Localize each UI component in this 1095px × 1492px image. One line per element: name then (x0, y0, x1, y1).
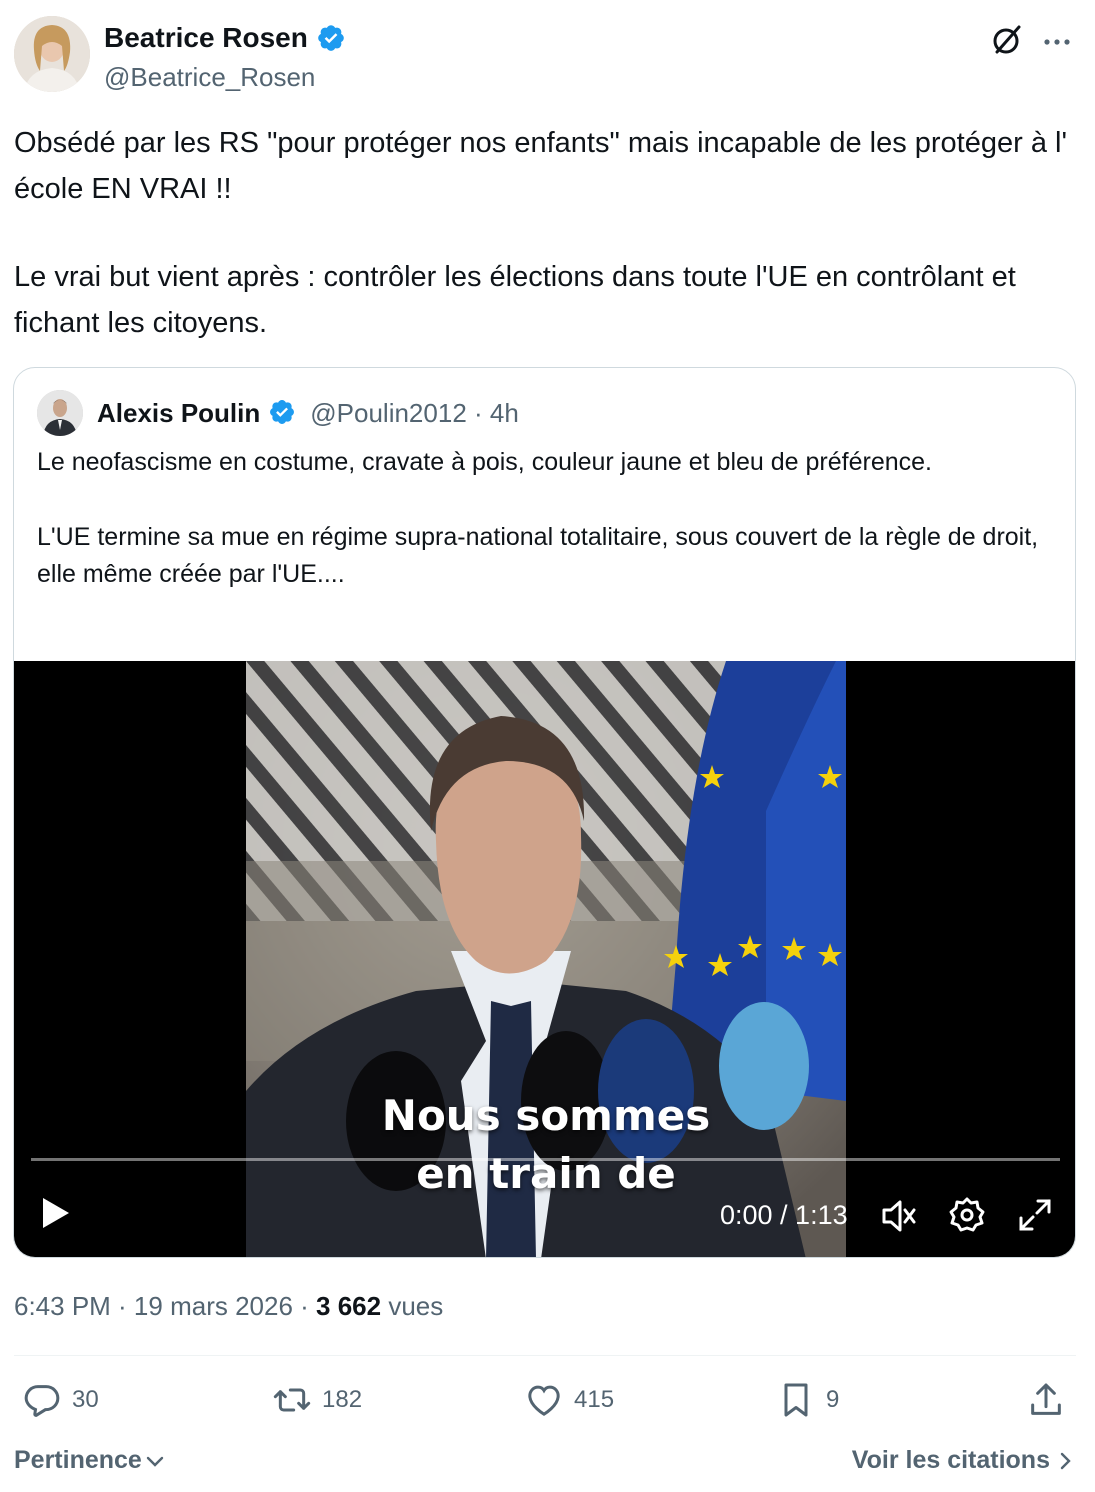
volume-icon[interactable] (880, 1198, 920, 1234)
play-icon[interactable] (40, 1195, 72, 1231)
author-name[interactable]: Beatrice Rosen (104, 22, 308, 54)
grok-icon[interactable] (989, 22, 1025, 58)
views-count: 3 662 (316, 1291, 382, 1321)
quoted-tweet[interactable]: Alexis Poulin @Poulin2012 · 4h Le neofas… (13, 367, 1076, 1258)
share-icon (1031, 1383, 1061, 1415)
settings-icon[interactable] (948, 1196, 986, 1234)
repost-icon (273, 1388, 311, 1412)
verified-badge-icon (268, 398, 298, 428)
author-avatar[interactable] (14, 16, 90, 92)
bookmark-count: 9 (826, 1386, 840, 1413)
quoted-paragraph: Le neofascisme en costume, cravate à poi… (37, 448, 932, 476)
view-quotes-label: Voir les citations (851, 1446, 1050, 1474)
reply-icon (24, 1385, 60, 1417)
tweet-text: Obsédé par les RS "pour protéger nos enf… (14, 120, 1074, 346)
reply-button[interactable]: 30 (22, 1380, 99, 1420)
bookmark-icon (784, 1383, 808, 1417)
tweet-paragraph: Le vrai but vient après : contrôler les … (14, 261, 1016, 339)
verified-badge-icon[interactable] (316, 23, 346, 53)
quoted-tweet-header: Alexis Poulin @Poulin2012 · 4h (37, 390, 519, 436)
repost-button[interactable]: 182 (272, 1380, 362, 1420)
action-bar: 30 182 415 9 (0, 1380, 1095, 1424)
quoted-author-name[interactable]: Alexis Poulin (97, 398, 260, 429)
video-progress-bar[interactable] (31, 1158, 1060, 1161)
author-info: Beatrice Rosen @Beatrice_Rosen (104, 22, 346, 93)
views-label: vues (381, 1291, 444, 1321)
more-icon[interactable] (1039, 22, 1075, 58)
video-time: 0:00 / 1:13 (720, 1200, 848, 1230)
tweet-paragraph: Obsédé par les RS "pour protéger nos enf… (14, 127, 1068, 205)
share-button[interactable] (1026, 1380, 1066, 1420)
sort-label: Pertinence (14, 1446, 142, 1474)
replies-footer: Pertinence Voir les citations (14, 1446, 1074, 1480)
video-player[interactable]: Nous sommes en train de 0:00 / 1:13 (14, 661, 1075, 1257)
tweet-meta: 6:43 PM · 19 mars 2026 · 3 662 vues (14, 1291, 443, 1322)
like-button[interactable]: 415 (524, 1380, 614, 1420)
tweet-header: Beatrice Rosen @Beatrice_Rosen (14, 16, 1081, 96)
video-caption-line: Nous sommes (381, 1091, 711, 1140)
quoted-paragraph: L'UE termine sa mue en régime supra-nati… (37, 523, 1039, 588)
chevron-right-icon (1060, 1452, 1071, 1469)
quoted-author-avatar (37, 390, 83, 436)
reply-count: 30 (72, 1386, 99, 1413)
divider (14, 1355, 1076, 1356)
quoted-tweet-text: Le neofascisme en costume, cravate à poi… (37, 444, 1047, 593)
author-handle[interactable]: @Beatrice_Rosen (104, 62, 346, 93)
view-quotes-link[interactable]: Voir les citations (852, 1446, 1074, 1475)
chevron-down-icon (146, 1456, 164, 1467)
tweet-timestamp[interactable]: 6:43 PM · 19 mars 2026 · (14, 1291, 316, 1321)
video-frame[interactable]: Nous sommes en train de (246, 661, 846, 1257)
quoted-author-handle: @Poulin2012 · 4h (310, 397, 519, 428)
like-icon (528, 1385, 560, 1416)
fullscreen-icon[interactable] (1017, 1197, 1053, 1233)
sort-dropdown[interactable]: Pertinence (14, 1446, 166, 1475)
bookmark-button[interactable]: 9 (776, 1380, 839, 1420)
like-count: 415 (574, 1386, 615, 1413)
repost-count: 182 (322, 1386, 363, 1413)
video-caption-line: en train de (416, 1149, 676, 1198)
